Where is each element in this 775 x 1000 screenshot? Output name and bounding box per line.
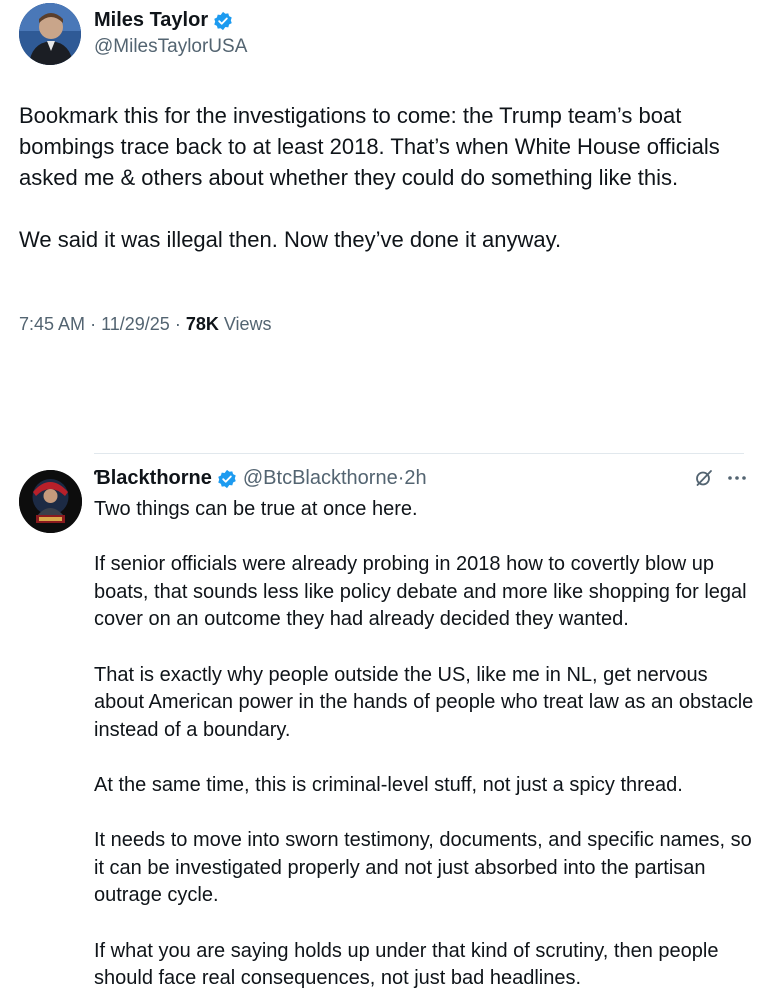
post-text: Bookmark this for the investigations to … (19, 100, 759, 255)
verified-badge-icon (213, 11, 233, 31)
author-name-row[interactable]: Miles Taylor (94, 9, 233, 32)
post-date[interactable]: 11/29/25 (101, 314, 170, 334)
author-handle[interactable]: @MilesTaylorUSA (94, 36, 247, 58)
author-name[interactable]: Miles Taylor (94, 9, 208, 32)
views-label: Views (223, 314, 272, 334)
reply-paragraph: That is exactly why people outside the U… (94, 663, 754, 741)
reply-paragraph: If what you are saying holds up under th… (94, 939, 719, 990)
reply-text: Two things can be true at once here. If … (94, 496, 754, 993)
reply-paragraph: At the same time, this is criminal-level… (94, 773, 683, 796)
reply-paragraph: If senior officials were already probing… (94, 553, 747, 631)
grok-icon[interactable] (694, 468, 714, 493)
post-time[interactable]: 7:45 AM (19, 314, 85, 334)
author-avatar[interactable] (19, 3, 81, 65)
reply-author-name[interactable]: Ɓlackthorne (94, 467, 212, 490)
views-count[interactable]: 78K (186, 314, 219, 334)
more-icon[interactable] (726, 468, 748, 493)
reply-author-row: Ɓlackthorne @BtcBlackthorne · 2h (94, 467, 427, 490)
divider (94, 453, 744, 454)
reply-author-handle[interactable]: @BtcBlackthorne (243, 467, 398, 490)
reply-paragraph: Two things can be true at once here. (94, 498, 418, 520)
verified-badge-icon (217, 469, 237, 489)
reply-actions (694, 468, 748, 493)
post-paragraph: We said it was illegal then. Now they’ve… (19, 227, 562, 252)
post-paragraph: Bookmark this for the investigations to … (19, 103, 720, 190)
reply-time[interactable]: 2h (404, 467, 426, 490)
separator: · (397, 467, 405, 489)
post-meta: 7:45 AM · 11/29/25 · 78K Views (19, 314, 272, 335)
reply-author-avatar[interactable] (19, 470, 82, 533)
reply-paragraph: It needs to move into sworn testimony, d… (94, 829, 752, 907)
separator: · (174, 314, 186, 334)
separator: · (90, 314, 102, 334)
